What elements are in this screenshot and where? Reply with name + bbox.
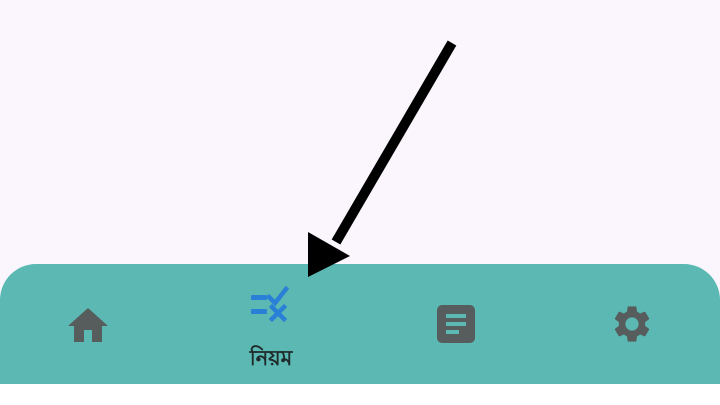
nav-item-label: নিয়ম [249, 346, 293, 370]
rule-icon [251, 285, 290, 323]
bottom-strip [0, 384, 720, 405]
nav-item-rules[interactable]: নিয়ম [211, 264, 331, 384]
home-icon [68, 308, 108, 342]
article-icon [437, 305, 475, 343]
nav-item-notes[interactable] [396, 264, 516, 384]
nav-item-home[interactable] [28, 264, 148, 384]
content-area [0, 0, 720, 300]
nav-item-settings[interactable] [572, 264, 692, 384]
bottom-navigation-bar: নিয়ম [0, 264, 720, 384]
gear-icon [614, 306, 650, 342]
